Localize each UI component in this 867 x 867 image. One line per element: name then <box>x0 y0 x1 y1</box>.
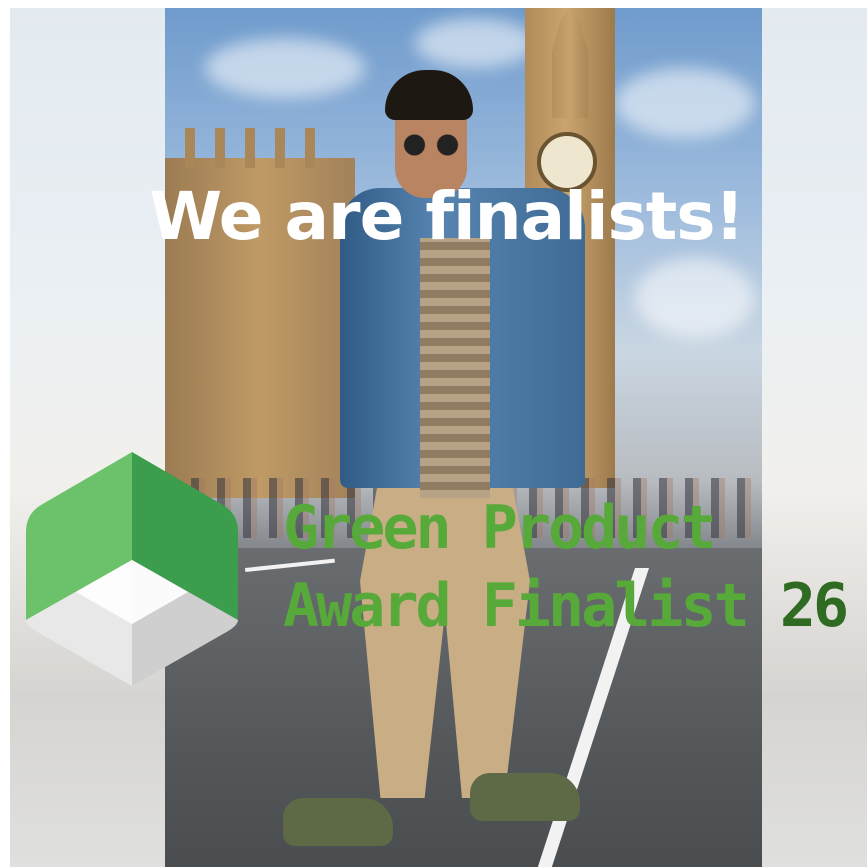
sunglasses <box>398 134 464 156</box>
right-shoe <box>470 773 580 821</box>
award-line-2: Award Finalist 26 <box>283 576 849 636</box>
faded-background-left <box>10 8 165 867</box>
green-product-award-logo-icon <box>26 452 238 686</box>
award-year: 26 <box>779 571 849 641</box>
left-shoe <box>283 798 393 846</box>
faded-background-right <box>762 8 867 867</box>
headline-text: We are finalists! <box>149 178 744 255</box>
person-hair <box>385 70 473 120</box>
award-line-2-text: Award Finalist <box>283 571 750 641</box>
person-checked-shirt <box>420 238 490 498</box>
post-canvas: We are finalists! Green Product Award Fi… <box>0 0 867 867</box>
award-line-1: Green Product <box>283 493 717 563</box>
london-street-photo <box>165 8 762 867</box>
